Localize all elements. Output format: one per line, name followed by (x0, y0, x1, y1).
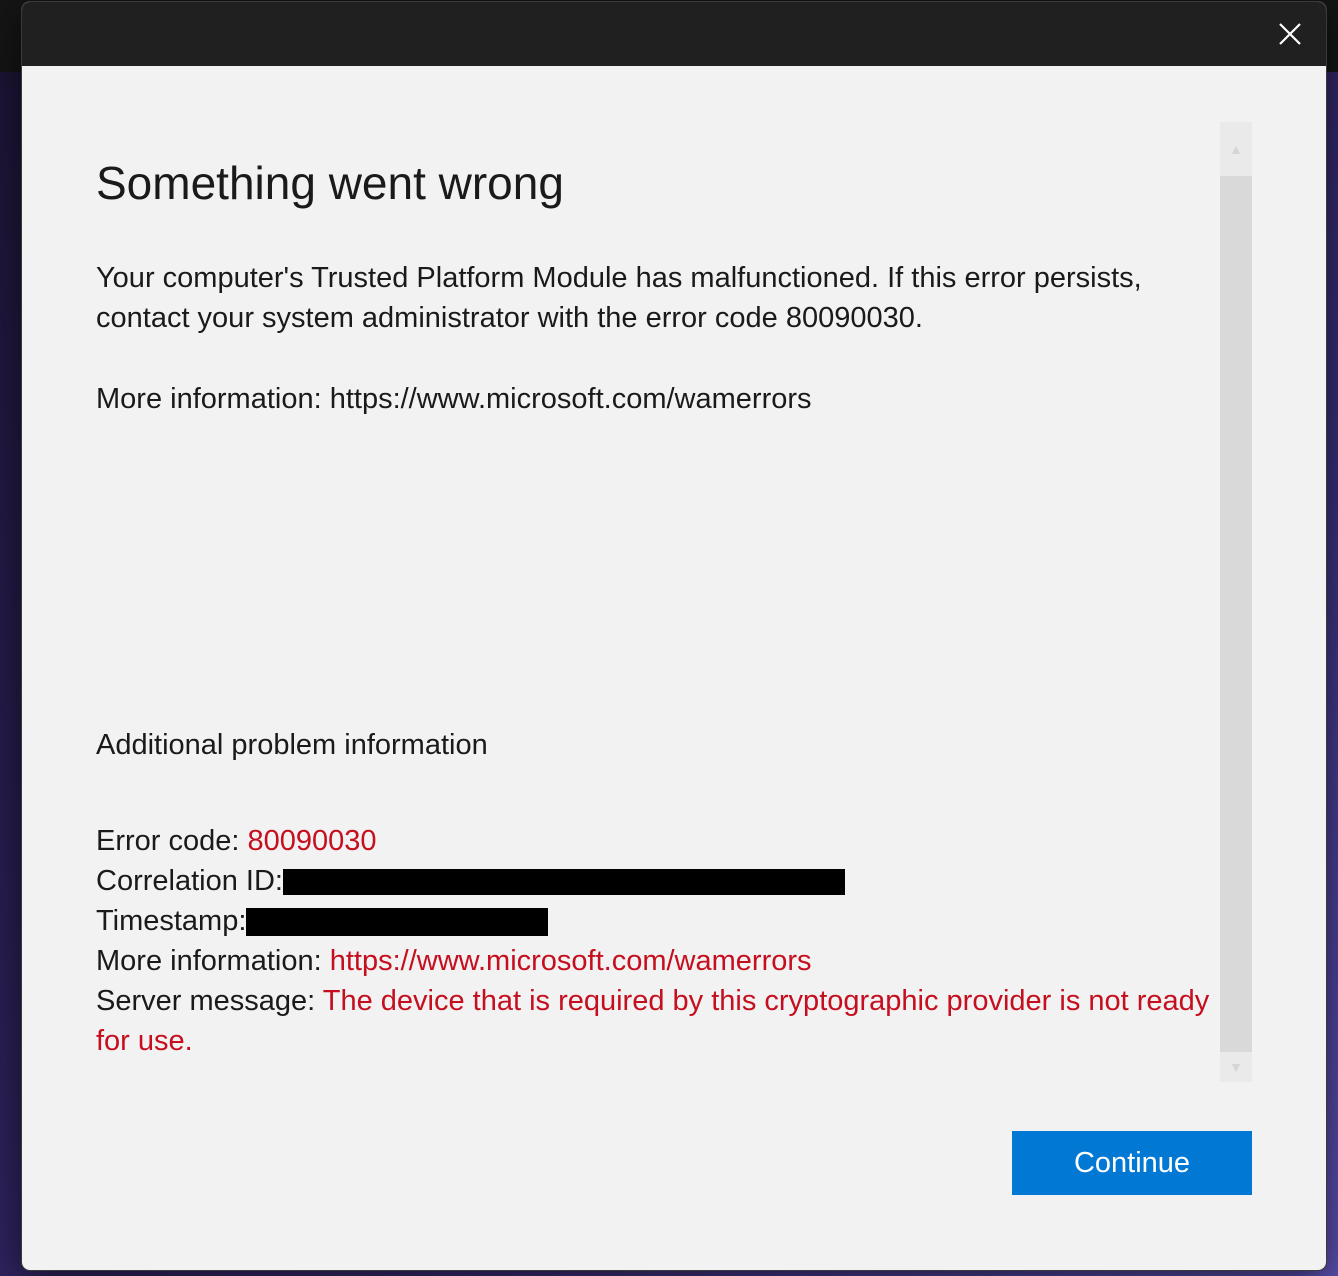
error-code-label: Error code: (96, 825, 248, 857)
close-button[interactable] (1268, 12, 1312, 56)
error-code-row: Error code: 80090030 (96, 821, 1236, 861)
problem-details: Error code: 80090030 Correlation ID: Tim… (96, 821, 1236, 1061)
error-dialog: Something went wrong Your computer's Tru… (22, 2, 1326, 1270)
error-code-value: 80090030 (247, 825, 377, 857)
more-info-link[interactable]: https://www.microsoft.com/wamerrors (330, 945, 812, 977)
scroll-down-arrow-icon[interactable]: ▼ (1220, 1052, 1252, 1082)
dialog-title: Something went wrong (96, 157, 564, 209)
close-icon (1279, 23, 1301, 45)
more-information-text: More information: https://www.microsoft.… (96, 383, 812, 415)
timestamp-redacted (246, 908, 549, 937)
server-message-label: Server message: (96, 985, 323, 1017)
title-bar (22, 2, 1326, 66)
correlation-id-row: Correlation ID: (96, 861, 1236, 901)
additional-info-heading: Additional problem information (96, 729, 488, 761)
server-message-row: Server message: The device that is requi… (96, 981, 1236, 1061)
more-info-label: More information: (96, 945, 330, 977)
vertical-scrollbar[interactable]: ▲ ▼ (1220, 122, 1252, 1082)
timestamp-label: Timestamp: (96, 905, 247, 937)
error-message: Your computer's Trusted Platform Module … (96, 262, 1142, 334)
continue-button[interactable]: Continue (1012, 1131, 1252, 1195)
scrollbar-thumb[interactable] (1220, 176, 1252, 1052)
scroll-up-arrow-icon[interactable]: ▲ (1220, 122, 1252, 176)
correlation-id-redacted (282, 869, 845, 896)
timestamp-row: Timestamp: (96, 901, 1236, 941)
more-info-row: More information: https://www.microsoft.… (96, 941, 1236, 981)
correlation-id-label: Correlation ID: (96, 865, 283, 897)
